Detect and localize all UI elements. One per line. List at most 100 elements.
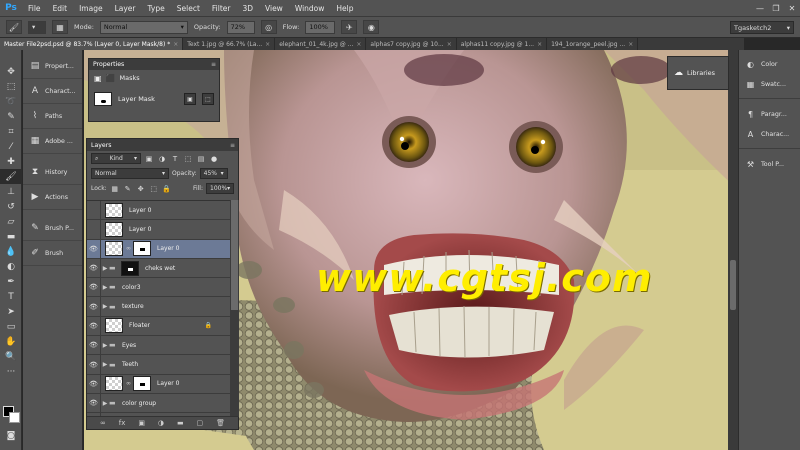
dock-item-toolp[interactable]: ⚒ Tool P... [739,154,800,174]
mask-link-icon[interactable]: ∞ [126,380,131,387]
crop-tool-icon[interactable]: ⌗ [0,124,22,139]
fill-input[interactable]: 100% ▾ [206,183,234,194]
add-pixel-mask-button[interactable]: ▣ [184,93,196,105]
maximize-button[interactable]: ❐ [768,0,784,16]
layer-thumbnail[interactable] [105,241,123,257]
brush-tool-icon[interactable]: 🖌 [0,169,22,184]
layer-row[interactable]: 👁 ▶ ▬ texture [87,297,230,317]
filter-kind-select[interactable]: ⌕ Kind ▾ [91,153,141,164]
visibility-eye-icon[interactable]: 👁 [87,336,101,355]
dock-item-history[interactable]: ⧗ History [23,160,82,185]
dock-item-brush[interactable]: ✐ Brush [23,241,82,266]
shape-filter-icon[interactable]: ⬚ [183,154,193,164]
layer-row[interactable]: Layer 0 [87,201,230,221]
color-swatches[interactable] [3,406,21,424]
layer-row[interactable]: 👁 Floater 🔒 [87,316,230,337]
menu-help[interactable]: Help [330,4,359,13]
dock-item-swatc[interactable]: ▦ Swatc... [739,74,800,94]
panel-menu-icon[interactable]: ≡ [230,142,238,149]
layers-panel-header[interactable]: Layers ≡ [87,139,238,151]
layer-row[interactable]: 👁 ▶ ▬ color group [87,393,230,414]
dock-item-propert[interactable]: ▤ Propert... [23,54,82,79]
layer-row[interactable]: 👁 ▶ ▬ Eyes [87,336,230,356]
airbrush-icon[interactable]: ✈ [341,20,358,34]
menu-view[interactable]: View [259,4,289,13]
lock-all-icon[interactable]: 🔒 [162,184,172,194]
layer-mask-thumbnail[interactable] [133,376,151,392]
blur-tool-icon[interactable]: 💧 [0,244,22,259]
document-tab[interactable]: alphas11 copy.jpg @ 1... × [457,38,548,50]
menu-edit[interactable]: Edit [47,4,74,13]
layer-row[interactable]: 👁 ∞ Layer 0 [87,239,230,259]
close-icon[interactable]: × [628,41,633,48]
new-group-icon[interactable]: ▬ [177,419,184,427]
close-icon[interactable]: × [173,41,178,48]
new-layer-icon[interactable]: ▢ [197,419,204,427]
flow-input[interactable]: 100% [305,20,336,34]
add-mask-icon[interactable]: ▣ [138,419,145,427]
layer-opacity-input[interactable]: 45% ▾ [199,168,228,179]
visibility-eye-icon[interactable]: 👁 [87,355,101,374]
eraser-tool-icon[interactable]: ▱ [0,214,22,229]
pressure-opacity-icon[interactable]: ◎ [260,20,277,34]
adjustment-layer-icon[interactable]: ◑ [158,419,164,427]
zoom-tool-icon[interactable]: 🔍 [0,349,22,364]
quick-select-tool-icon[interactable]: ✎ [0,109,22,124]
close-icon[interactable]: × [447,41,452,48]
vector-mask-icon[interactable]: ⬛ [106,74,116,83]
menu-file[interactable]: File [22,4,47,13]
menu-select[interactable]: Select [171,4,206,13]
layers-scrollbar[interactable] [230,200,239,417]
menu-layer[interactable]: Layer [109,4,142,13]
pixel-filter-icon[interactable]: ▣ [144,154,154,164]
eyedropper-tool-icon[interactable]: ⁄ [0,139,22,154]
menu-3d[interactable]: 3D [236,4,259,13]
layer-row[interactable]: Layer 0 [87,220,230,240]
brush-preset-picker[interactable]: ▾ [28,20,46,34]
workspace-select[interactable]: Tgasketch2 ▾ [730,21,794,34]
visibility-eye-icon[interactable]: 👁 [87,297,101,316]
expand-arrow-icon[interactable]: ▶ [101,342,109,349]
background-color-swatch[interactable] [9,412,20,423]
type-filter-icon[interactable]: T [170,154,180,164]
lasso-tool-icon[interactable]: ➰ [0,94,22,109]
brush-panel-toggle-icon[interactable]: ▦ [52,20,68,34]
layer-row[interactable]: 👁 ∞ Layer 0 [87,374,230,394]
dock-item-actions[interactable]: ▶ Actions [23,185,82,210]
visibility-eye-icon[interactable] [87,201,101,220]
lock-position-icon[interactable]: ✥ [136,184,146,194]
clone-stamp-tool-icon[interactable]: ⊥ [0,184,22,199]
visibility-eye-icon[interactable]: 👁 [87,374,101,393]
type-tool-icon[interactable]: T [0,289,22,304]
expand-arrow-icon[interactable]: ▶ [101,265,109,272]
history-brush-tool-icon[interactable]: ↺ [0,199,22,214]
move-tool-icon[interactable]: ✥ [0,64,22,79]
document-tab[interactable]: alphas7 copy.jpg @ 10... × [366,38,457,50]
layer-mask-thumbnail[interactable] [121,260,139,276]
document-tab[interactable]: elephant_01_4k.jpg @ ... × [275,38,367,50]
expand-arrow-icon[interactable]: ▶ [101,400,109,407]
lock-transparency-icon[interactable]: ▦ [110,184,120,194]
delete-layer-icon[interactable]: 🗑 [216,419,225,427]
filter-toggle-icon[interactable]: ● [209,154,219,164]
document-tab[interactable]: 194_1orange_peel.jpg ... × [547,38,639,50]
document-tab[interactable]: Text 1.jpg @ 66.7% (La... × [183,38,276,50]
adjustment-filter-icon[interactable]: ◑ [157,154,167,164]
visibility-eye-icon[interactable]: 👁 [87,278,101,297]
lock-pixels-icon[interactable]: ✎ [123,184,133,194]
blend-mode-select[interactable]: Normal ▾ [91,168,169,179]
panel-menu-icon[interactable]: ≡ [211,61,219,68]
layer-thumbnail[interactable] [105,202,123,218]
expand-arrow-icon[interactable]: ▶ [101,303,109,310]
close-icon[interactable]: × [356,41,361,48]
mask-link-icon[interactable]: ∞ [126,245,131,252]
layer-style-icon[interactable]: fx [119,419,126,427]
properties-panel-header[interactable]: Properties ≡ [89,59,219,70]
menu-window[interactable]: Window [289,4,331,13]
brush-tool-icon[interactable]: 🖌 [6,20,22,34]
mask-thumbnail[interactable] [94,92,112,106]
smart-object-filter-icon[interactable]: ▤ [196,154,206,164]
opacity-input[interactable]: 72% [226,20,255,34]
close-window-button[interactable]: ✕ [784,0,800,16]
expand-arrow-icon[interactable]: ▶ [101,361,109,368]
